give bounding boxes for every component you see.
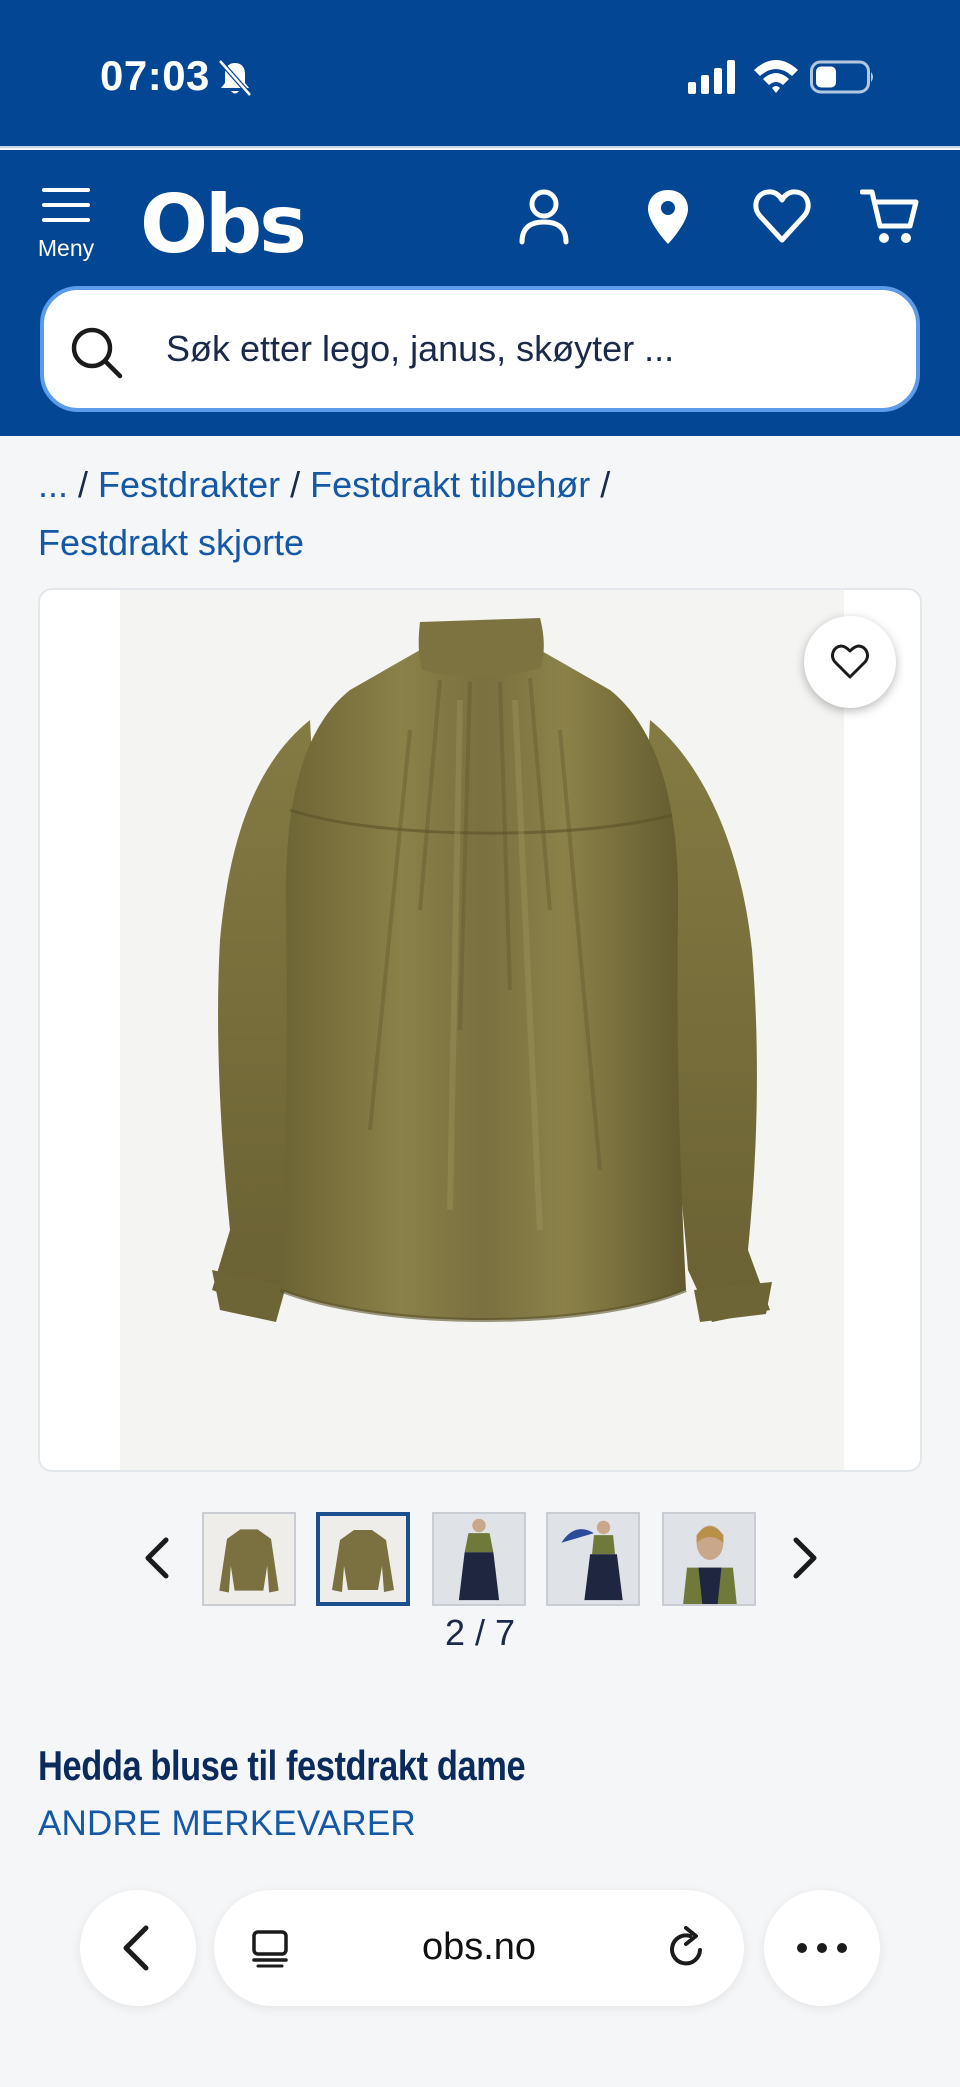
favorite-button[interactable] <box>804 616 896 708</box>
reload-icon[interactable] <box>666 1926 708 1970</box>
image-counter: 2 / 7 <box>444 1612 516 1653</box>
breadcrumb-separator: / <box>600 464 611 505</box>
breadcrumb: ... / Festdrakter / Festdrakt tilbehør / Festd… <box>38 456 918 572</box>
thumbnail-prev-button[interactable] <box>140 1536 176 1580</box>
thumbnail-blouse-front <box>204 1514 294 1604</box>
status-bar: 07:03 <box>0 0 960 148</box>
heart-outline-icon <box>831 644 869 679</box>
breadcrumb-item-festdrakt-tilbehor[interactable]: Festdrakt tilbehør <box>310 464 590 505</box>
browser-toolbar: obs.no <box>0 1860 960 2087</box>
battery-icon <box>810 60 873 94</box>
thumbnail-next-button[interactable] <box>786 1536 822 1580</box>
breadcrumb-ellipsis[interactable]: ... <box>38 464 68 505</box>
browser-more-button[interactable] <box>764 1890 880 2006</box>
menu-label: Meny <box>37 235 95 261</box>
browser-address-bar[interactable]: obs.no <box>214 1890 744 2006</box>
breadcrumb-separator: / <box>290 464 301 505</box>
more-dots-icon <box>797 1943 847 1953</box>
search-bar[interactable] <box>40 286 920 412</box>
account-icon[interactable] <box>514 186 574 248</box>
thumbnail-4[interactable] <box>546 1512 640 1606</box>
thumbnail-model-full <box>434 1514 524 1604</box>
hamburger-icon <box>42 188 90 222</box>
location-pin-icon[interactable] <box>638 186 698 248</box>
tabs-overview-icon[interactable] <box>250 1928 290 1968</box>
wifi-icon <box>754 60 798 93</box>
thumbnail-3[interactable] <box>432 1512 526 1606</box>
thumbnail-5[interactable] <box>662 1512 756 1606</box>
product-image-blouse-back <box>212 618 772 1322</box>
thumbnail-1[interactable] <box>202 1512 296 1606</box>
breadcrumb-item-festdrakt-skjorte[interactable]: Festdrakt skjorte <box>38 522 304 563</box>
heart-icon[interactable] <box>752 186 812 248</box>
site-header: Meny Obs <box>0 150 960 436</box>
thumbnail-2[interactable] <box>316 1512 410 1606</box>
obs-logo[interactable]: Obs <box>140 178 307 271</box>
cellular-signal-icon <box>688 60 735 94</box>
thumbnail-blouse-back <box>320 1516 406 1602</box>
thumbnail-model-umbrella <box>548 1514 638 1604</box>
product-brand-link[interactable]: ANDRE MERKEVARER <box>38 1804 416 1844</box>
browser-back-button[interactable] <box>80 1890 196 2006</box>
browser-domain: obs.no <box>421 1926 537 1968</box>
menu-button[interactable]: Meny <box>34 186 98 266</box>
bell-muted-icon <box>218 59 252 97</box>
product-title: Hedda bluse til festdrakt dame <box>38 1742 526 1789</box>
chevron-left-icon <box>123 1925 149 1971</box>
search-input[interactable] <box>166 290 886 408</box>
breadcrumb-separator: / <box>78 464 89 505</box>
status-time: 07:03 <box>100 52 210 99</box>
breadcrumb-item-festdrakter[interactable]: Festdrakter <box>98 464 280 505</box>
thumbnail-model-portrait <box>664 1514 754 1604</box>
search-icon <box>71 327 123 379</box>
product-image-card[interactable] <box>38 588 922 1472</box>
cart-icon[interactable] <box>860 186 920 248</box>
